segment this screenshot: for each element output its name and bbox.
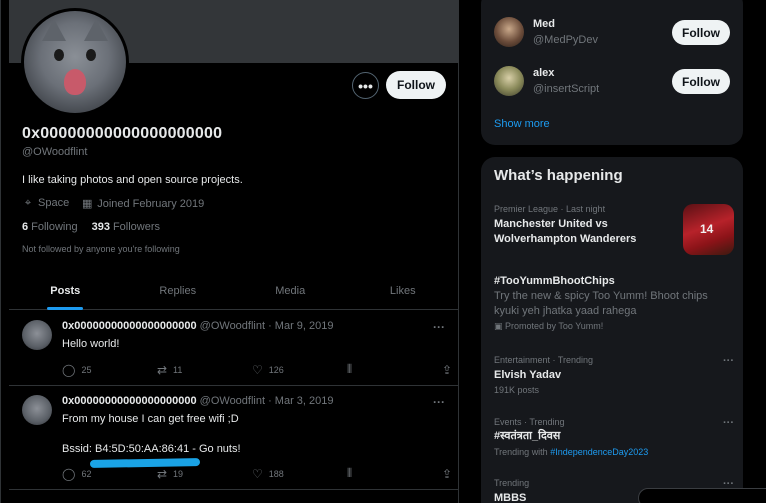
tweet[interactable]: 0x00000000000000000000 @OWoodflint · Mar… [9, 311, 459, 386]
tweet-handle-date: @OWoodflint · Mar 3, 2019 [199, 395, 334, 407]
avatar[interactable] [494, 66, 524, 96]
bar-chart-icon: ⫴ [346, 466, 352, 480]
reply-icon: ◯ [62, 362, 76, 377]
trend-context: Entertainment · Trending [494, 355, 594, 365]
trend-hashtag-link[interactable]: #IndependenceDay2023 [550, 447, 648, 457]
tab-likes[interactable]: Likes [347, 272, 460, 309]
views-button[interactable]: ⫴ [347, 466, 442, 481]
whats-happening-title: What’s happening [494, 167, 623, 184]
profile-stats: 6 Following 393 Followers [22, 221, 160, 233]
tweet-author-name[interactable]: 0x00000000000000000000 [62, 320, 197, 332]
tab-posts[interactable]: Posts [9, 272, 122, 309]
retweet-icon: ⇄ [156, 466, 168, 481]
trend-more-icon[interactable]: ··· [723, 417, 734, 429]
suggested-user-handle: @MedPyDev [533, 34, 598, 46]
messages-drawer[interactable] [638, 488, 766, 503]
follow-button[interactable]: Follow [386, 71, 446, 99]
whats-happening-card: What’s happening Premier League · Last n… [481, 157, 743, 503]
tweet-handle-date: @OWoodflint · Mar 9, 2019 [199, 320, 334, 332]
tweet-more-icon[interactable]: ··· [433, 320, 445, 334]
profile-tabs: Posts Replies Media Likes [9, 272, 459, 310]
profile-location: Space [38, 197, 70, 209]
trend-image: 14 [683, 204, 734, 255]
trend-context: Trending [494, 478, 530, 488]
promoted-label: Promoted by Too Yumm! [505, 321, 604, 331]
trend-title: Elvish Yadav [494, 369, 562, 381]
follow-button[interactable]: Follow [672, 69, 730, 94]
trend-context: Events · Trending [494, 417, 565, 427]
reply-icon: ◯ [62, 466, 76, 481]
tweet-text: From my house I can get free wifi ;D Bss… [62, 413, 241, 455]
retweet-icon: ⇄ [156, 362, 168, 377]
suggested-user-name[interactable]: alex [533, 67, 554, 79]
tweet-header: 0x00000000000000000000 @OWoodflint · Mar… [62, 395, 334, 407]
tweet-actions: ◯ 62 ⇄ 19 ♡ 188 ⫴ ⇪ [62, 466, 452, 481]
share-button[interactable]: ⇪ [442, 362, 452, 377]
show-more-link[interactable]: Show more [494, 118, 550, 130]
tab-media[interactable]: Media [234, 272, 347, 309]
profile-display-name: 0x00000000000000000000 [22, 125, 223, 142]
tweet-text: Hello world! [62, 338, 120, 350]
trend-description: Try the new & spicy Too Yumm! Bhoot chip… [494, 290, 708, 317]
tweet-avatar[interactable] [22, 320, 52, 350]
share-button[interactable]: ⇪ [442, 466, 452, 481]
tab-replies[interactable]: Replies [122, 272, 235, 309]
trend-post-count: 191K posts [494, 385, 540, 395]
tweet-actions: ◯ 25 ⇄ 11 ♡ 126 ⫴ ⇪ [62, 362, 452, 377]
trend-more-icon[interactable]: ··· [723, 355, 734, 367]
trend-item[interactable]: Premier League · Last night Manchester U… [494, 204, 734, 255]
profile-column: ••• Follow 0x00000000000000000000 @OWood… [0, 0, 459, 503]
trend-item[interactable]: Events · Trending #स्वतंत्रता_दिवस Trend… [494, 417, 734, 457]
tweet-avatar[interactable] [22, 395, 52, 425]
profile-handle: @OWoodflint [22, 146, 88, 158]
share-icon: ⇪ [441, 362, 452, 377]
avatar[interactable] [494, 17, 524, 47]
heart-icon: ♡ [251, 466, 263, 481]
tweet-header: 0x00000000000000000000 @OWoodflint · Mar… [62, 320, 334, 332]
not-followed-note: Not followed by anyone you're following [22, 244, 180, 254]
trend-title: #TooYummBhootChips [494, 275, 615, 287]
profile-bio: I like taking photos and open source pro… [22, 174, 243, 186]
tweet-more-icon[interactable]: ··· [433, 395, 445, 409]
promoted-icon: ▣ [494, 321, 506, 331]
like-button[interactable]: ♡ 126 [252, 362, 347, 377]
bar-chart-icon: ⫴ [346, 362, 352, 376]
profile-joined: Joined February 2019 [97, 198, 205, 210]
retweet-button[interactable]: ⇄ 11 [157, 362, 252, 377]
suggested-user-name[interactable]: Med [533, 18, 555, 30]
profile-avatar[interactable] [21, 8, 129, 116]
trend-item[interactable]: Entertainment · Trending Elvish Yadav 19… [494, 355, 734, 395]
tweet-author-name[interactable]: 0x00000000000000000000 [62, 395, 197, 407]
suggested-user-handle: @insertScript [533, 83, 600, 95]
trend-title: Manchester United vs Wolverhampton Wande… [494, 218, 637, 245]
profile-meta: ⌖ Space ▦ Joined February 2019 [22, 197, 204, 210]
location-pin-icon: ⌖ [24, 197, 32, 209]
views-button[interactable]: ⫴ [347, 362, 442, 377]
like-button[interactable]: ♡ 188 [252, 466, 347, 481]
tweet[interactable]: 0x00000000000000000000 @OWoodflint · Mar… [9, 386, 459, 490]
calendar-icon: ▦ [82, 198, 93, 210]
reply-button[interactable]: ◯ 62 [62, 466, 157, 481]
followers-link[interactable]: 393 Followers [92, 221, 160, 233]
trend-title: #स्वतंत्रता_दिवस [494, 430, 561, 442]
trend-item[interactable]: #TooYummBhootChips Try the new & spicy T… [494, 274, 734, 332]
share-icon: ⇪ [441, 466, 452, 481]
suggested-user[interactable]: Med @MedPyDev Follow [494, 17, 730, 51]
retweet-button[interactable]: ⇄ 19 [157, 466, 252, 481]
suggested-user[interactable]: alex @insertScript Follow [494, 66, 730, 100]
heart-icon: ♡ [251, 362, 263, 377]
follow-button[interactable]: Follow [672, 20, 730, 45]
reply-button[interactable]: ◯ 25 [62, 362, 157, 377]
following-link[interactable]: 6 Following [22, 221, 78, 233]
who-to-follow-card: Med @MedPyDev Follow alex @insertScript … [481, 0, 743, 145]
more-options-button[interactable]: ••• [352, 72, 379, 99]
